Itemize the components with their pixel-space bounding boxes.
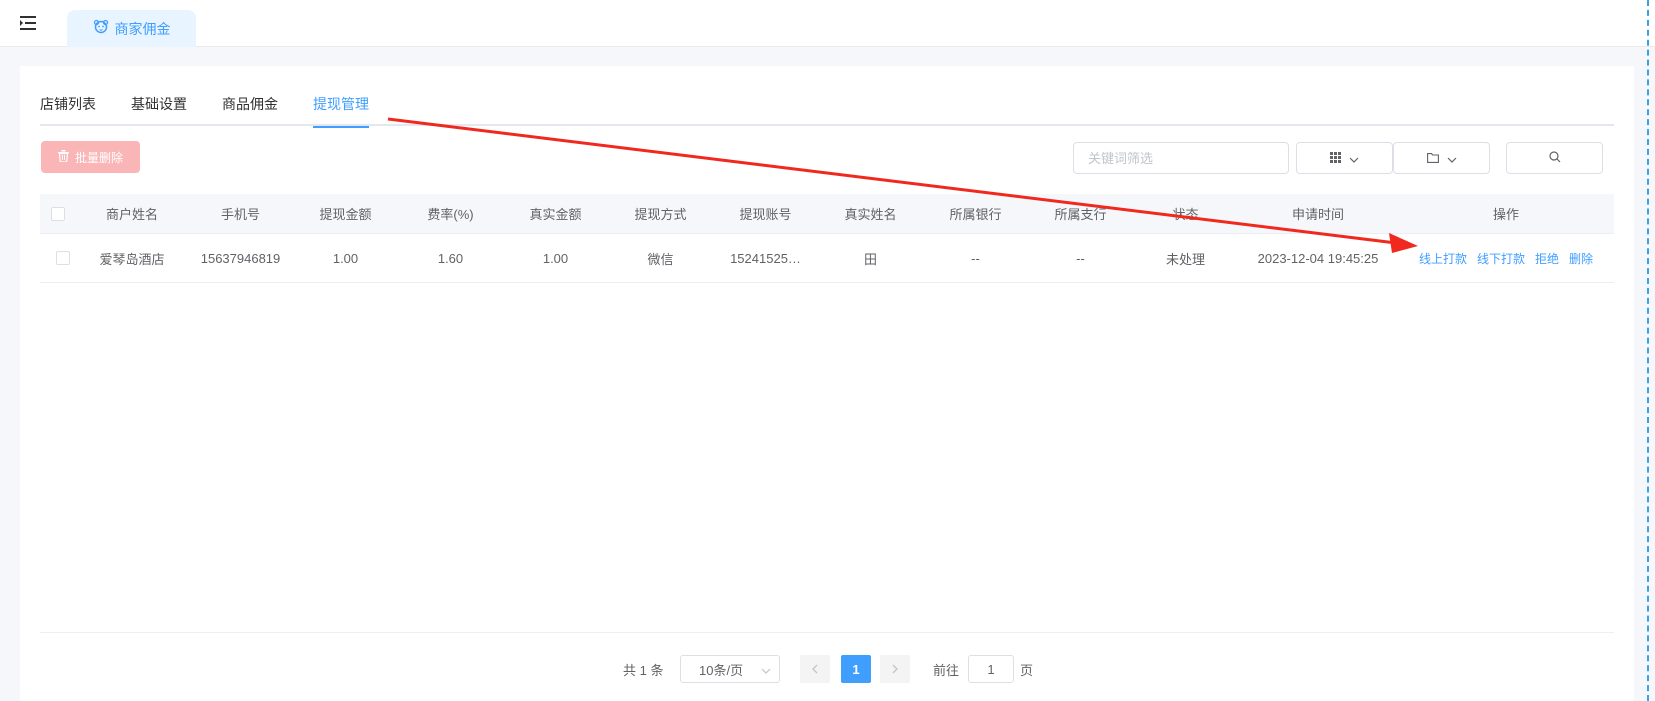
col-status: 状态 bbox=[1172, 207, 1199, 222]
menu-collapse-icon[interactable] bbox=[18, 14, 38, 32]
cell-status: 未处理 bbox=[1165, 251, 1205, 267]
cell-account: 15241525… bbox=[730, 250, 801, 266]
batch-delete-label: 批量删除 bbox=[74, 150, 123, 165]
col-real-name: 真实姓名 bbox=[844, 207, 897, 222]
goto-prefix: 前往 bbox=[933, 662, 960, 678]
cell-branch: -- bbox=[1076, 250, 1085, 266]
export-button[interactable] bbox=[1393, 142, 1490, 174]
online-payout-link[interactable]: 线上打款 bbox=[1419, 250, 1467, 267]
cell-actions: 线上打款 线下打款 拒绝 删除 bbox=[1398, 234, 1614, 282]
cell-bank: -- bbox=[971, 250, 980, 266]
cell-real-name: 田 bbox=[863, 251, 877, 267]
cell-merchant-name: 爱琴岛酒店 bbox=[99, 251, 165, 267]
select-all-checkbox[interactable] bbox=[51, 206, 65, 221]
select-all-cell bbox=[40, 194, 76, 233]
cell-real-amount: 1.00 bbox=[542, 250, 569, 266]
tag-tab-label: 商家佣金 bbox=[114, 20, 171, 37]
footer-divider bbox=[40, 632, 1614, 633]
col-rate: 费率(%) bbox=[427, 207, 474, 222]
next-page-button[interactable] bbox=[880, 655, 910, 683]
col-merchant-name: 商户姓名 bbox=[105, 207, 158, 222]
col-method: 提现方式 bbox=[634, 207, 687, 222]
page-size-value: 10条/页 bbox=[699, 662, 744, 678]
trash-icon bbox=[57, 149, 69, 165]
cell-phone: 15637946819 bbox=[200, 250, 281, 266]
table-header: 商户姓名 手机号 提现金额 费率(%) 真实金额 提现方式 提现账号 真实姓名 … bbox=[40, 194, 1614, 234]
cell-method: 微信 bbox=[647, 251, 674, 267]
folder-icon bbox=[1426, 150, 1439, 166]
cell-apply-time: 2023-12-04 19:45:25 bbox=[1257, 250, 1379, 266]
keyword-search-input[interactable] bbox=[1073, 142, 1289, 174]
goto-suffix: 页 bbox=[1020, 662, 1034, 678]
pagination-total: 共 1 条 bbox=[623, 662, 664, 678]
grid-icon bbox=[1330, 150, 1341, 166]
tab-bar: 店铺列表 基础设置 商品佣金 提现管理 bbox=[40, 94, 1614, 128]
reject-link[interactable]: 拒绝 bbox=[1535, 250, 1559, 267]
top-bar: 商家佣金 bbox=[0, 0, 1655, 47]
frame-divider bbox=[1647, 0, 1649, 701]
tab-withdrawal-management[interactable]: 提现管理 bbox=[313, 94, 369, 128]
row-checkbox[interactable] bbox=[56, 251, 70, 265]
tab-basic-settings[interactable]: 基础设置 bbox=[131, 94, 187, 126]
page-size-select[interactable]: 10条/页 bbox=[680, 655, 780, 683]
chevron-right-icon bbox=[892, 662, 898, 677]
chevron-down-icon bbox=[1349, 150, 1359, 166]
page-number-current[interactable]: 1 bbox=[841, 655, 871, 683]
col-real-amount: 真实金额 bbox=[529, 207, 582, 222]
delete-link[interactable]: 删除 bbox=[1569, 250, 1593, 267]
col-actions: 操作 bbox=[1492, 207, 1519, 222]
table-row: 爱琴岛酒店 15637946819 1.00 1.60 1.00 微信 1524… bbox=[40, 234, 1614, 283]
cell-amount: 1.00 bbox=[332, 250, 359, 266]
chevron-down-icon bbox=[761, 662, 771, 677]
batch-delete-button[interactable]: 批量删除 bbox=[41, 141, 140, 173]
tab-store-list[interactable]: 店铺列表 bbox=[40, 94, 96, 126]
search-button[interactable] bbox=[1506, 142, 1603, 174]
col-branch: 所属支行 bbox=[1054, 207, 1107, 222]
col-amount: 提现金额 bbox=[319, 207, 372, 222]
col-phone: 手机号 bbox=[220, 207, 260, 222]
chevron-down-icon bbox=[1447, 150, 1457, 166]
col-account: 提现账号 bbox=[739, 207, 792, 222]
prev-page-button[interactable] bbox=[800, 655, 830, 683]
search-icon bbox=[1548, 150, 1561, 166]
withdrawal-table: 商户姓名 手机号 提现金额 费率(%) 真实金额 提现方式 提现账号 真实姓名 … bbox=[40, 194, 1614, 283]
offline-payout-link[interactable]: 线下打款 bbox=[1477, 250, 1525, 267]
goto-page-input[interactable] bbox=[968, 655, 1014, 683]
main-card: 店铺列表 基础设置 商品佣金 提现管理 批量删除 关键词筛选 商户姓名 手机号 … bbox=[20, 66, 1634, 701]
bear-icon bbox=[93, 19, 109, 38]
cell-rate: 1.60 bbox=[437, 250, 464, 266]
column-display-button[interactable] bbox=[1296, 142, 1393, 174]
chevron-left-icon bbox=[812, 662, 818, 677]
tag-tab-merchant-commission[interactable]: 商家佣金 bbox=[67, 10, 196, 47]
col-apply-time: 申请时间 bbox=[1291, 207, 1344, 222]
col-bank: 所属银行 bbox=[949, 207, 1002, 222]
tab-product-commission[interactable]: 商品佣金 bbox=[222, 94, 278, 126]
